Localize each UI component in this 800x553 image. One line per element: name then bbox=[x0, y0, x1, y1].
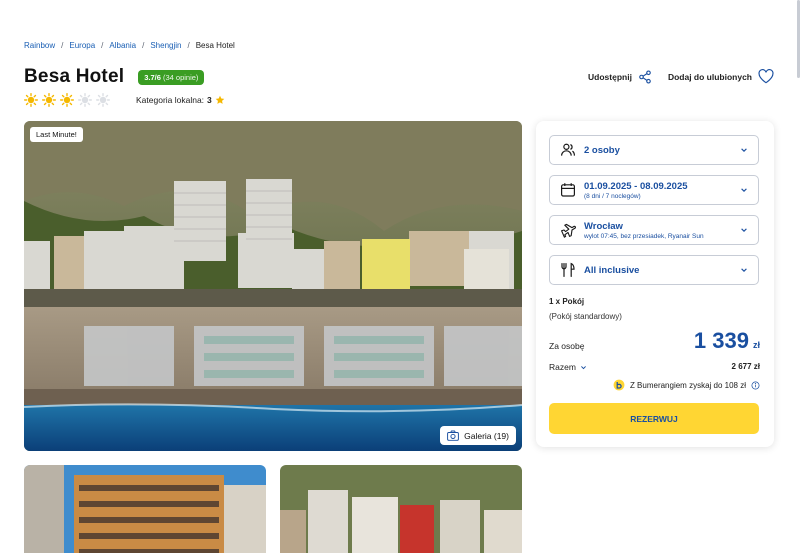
price-currency: zł bbox=[752, 340, 760, 350]
hotel-category: Kategoria lokalna: 3 bbox=[24, 93, 225, 107]
local-category-value: 3 bbox=[207, 95, 212, 105]
hotel-thumbnail-photo[interactable] bbox=[280, 465, 522, 553]
bumerang-info: Z Bumerangiem zyskaj do 108 zł bbox=[613, 379, 760, 391]
hotel-name: Besa Hotel bbox=[24, 66, 125, 87]
hotel-aerial-photo bbox=[24, 121, 522, 451]
share-icon bbox=[639, 69, 651, 84]
favorite-button[interactable]: Dodaj do ulubionych bbox=[668, 69, 774, 84]
chevron-down-icon bbox=[741, 228, 747, 232]
reserve-button[interactable]: REZERWUJ bbox=[549, 403, 759, 434]
rating-score: 3.7/6 bbox=[144, 72, 161, 82]
share-label: Udostępnij bbox=[588, 71, 632, 82]
share-button[interactable]: Udostępnij bbox=[588, 69, 652, 84]
chevron-down-icon bbox=[741, 188, 747, 192]
dates-value: 01.09.2025 - 08.09.2025 bbox=[584, 180, 688, 192]
total-label: Razem bbox=[549, 362, 576, 372]
page-actions: Udostępnij Dodaj do ulubionych bbox=[588, 69, 774, 84]
price-per-person: 1 339 zł bbox=[694, 328, 760, 354]
breadcrumb-separator: / bbox=[101, 41, 104, 50]
local-category-label: Kategoria lokalna: bbox=[136, 95, 205, 105]
bumerang-text: Z Bumerangiem zyskaj do 108 zł bbox=[629, 380, 746, 390]
room-type: (Pokój standardowy) bbox=[549, 312, 622, 321]
local-category: Kategoria lokalna: 3 bbox=[136, 95, 225, 105]
sun-icon-empty bbox=[78, 93, 92, 107]
breadcrumb-link-shengjin[interactable]: Shengjin bbox=[150, 41, 181, 50]
chevron-down-icon bbox=[580, 365, 586, 369]
sun-icon bbox=[24, 93, 38, 107]
breadcrumb-separator: / bbox=[61, 41, 64, 50]
chevron-down-icon bbox=[741, 148, 747, 152]
sun-icon-empty bbox=[96, 93, 110, 107]
price-value: 1 339 bbox=[693, 328, 749, 353]
per-person-label: Za osobę bbox=[549, 341, 585, 351]
rating-opinions: (34 opinie) bbox=[162, 72, 199, 82]
hotel-building-photo bbox=[24, 465, 266, 553]
dates-duration: (8 dni / 7 noclegów) bbox=[584, 192, 641, 200]
breadcrumb: Rainbow / Europa / Albania / Shengjin / … bbox=[24, 41, 235, 50]
sun-icon bbox=[42, 93, 56, 107]
breadcrumb-separator: / bbox=[142, 41, 145, 50]
breadcrumb-link-rainbow[interactable]: Rainbow bbox=[24, 41, 55, 50]
breadcrumb-current: Besa Hotel bbox=[195, 41, 235, 50]
departure-details: wylot 07:45, bez przesiadek, Ryanair Sun bbox=[584, 232, 704, 240]
persons-icon bbox=[561, 143, 575, 156]
gallery-label: Galeria (19) bbox=[464, 430, 509, 441]
rating-badge[interactable]: 3.7/6 (34 opinie) bbox=[138, 69, 205, 85]
breadcrumb-link-europa[interactable]: Europa bbox=[69, 41, 95, 50]
sun-icon bbox=[60, 93, 74, 107]
departure-city: Wrocław bbox=[584, 220, 623, 232]
title-row: Besa Hotel 3.7/6 (34 opinie) bbox=[24, 66, 205, 88]
chevron-down-icon bbox=[741, 268, 747, 272]
board-value: All inclusive bbox=[584, 264, 640, 276]
favorite-label: Dodaj do ulubionych bbox=[667, 71, 752, 82]
main-hotel-photo[interactable]: Last Minute! Galeria (19) bbox=[24, 121, 522, 451]
total-value: 2 677 zł bbox=[731, 362, 760, 371]
last-minute-tag: Last Minute! bbox=[30, 127, 83, 142]
cutlery-icon bbox=[561, 262, 575, 277]
dates-selector[interactable]: 01.09.2025 - 08.09.2025 (8 dni / 7 nocle… bbox=[549, 175, 759, 205]
board-selector[interactable]: All inclusive bbox=[549, 255, 759, 285]
booking-panel: 2 osoby 01.09.2025 - 08.09.2025 (8 dni /… bbox=[536, 121, 774, 447]
camera-icon bbox=[447, 430, 459, 441]
plane-icon bbox=[561, 223, 576, 238]
bumerang-logo bbox=[613, 379, 625, 391]
hotel-town-photo bbox=[280, 465, 522, 553]
room-count: 1 x Pokój bbox=[549, 297, 585, 306]
departure-selector[interactable]: Wrocław wylot 07:45, bez przesiadek, Rya… bbox=[549, 215, 759, 245]
hotel-thumbnail-photo[interactable] bbox=[24, 465, 266, 553]
info-icon[interactable] bbox=[751, 381, 760, 390]
persons-value: 2 osoby bbox=[584, 144, 620, 156]
calendar-icon bbox=[561, 183, 575, 197]
gallery-button[interactable]: Galeria (19) bbox=[440, 426, 516, 445]
total-toggle[interactable]: Razem bbox=[549, 362, 587, 372]
persons-selector[interactable]: 2 osoby bbox=[549, 135, 759, 165]
heart-icon bbox=[758, 69, 774, 84]
breadcrumb-separator: / bbox=[187, 41, 190, 50]
breadcrumb-link-albania[interactable]: Albania bbox=[109, 41, 136, 50]
star-icon bbox=[215, 95, 225, 104]
